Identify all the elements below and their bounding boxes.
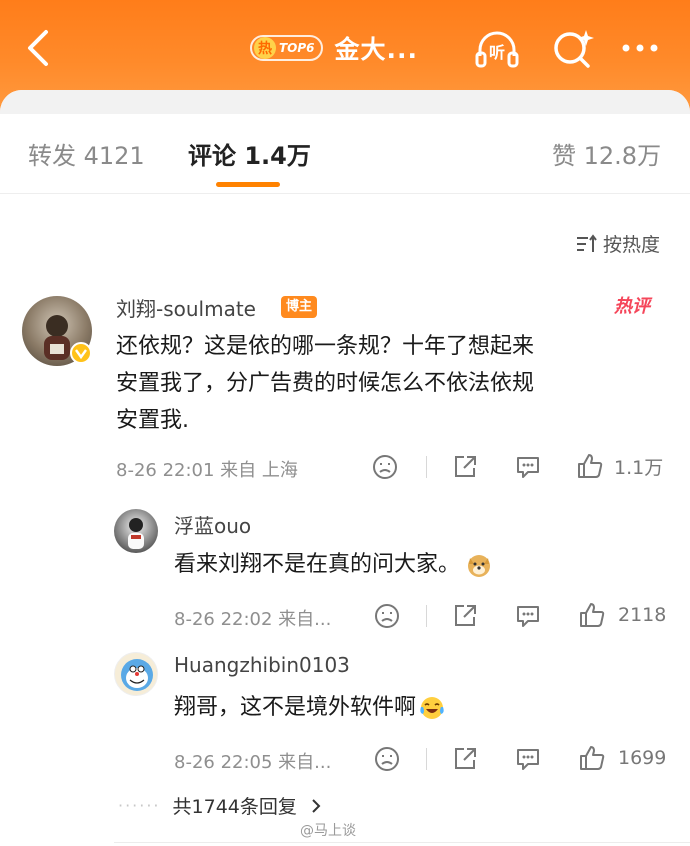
reply-button[interactable] [514,746,542,772]
like-button[interactable]: 1.1万 [576,452,663,480]
more-replies-label: 共1744条回复 [172,796,297,818]
dislike-button[interactable] [374,603,400,629]
comment-icon [517,457,539,478]
search-button[interactable] [548,24,598,74]
bottom-divider [114,842,690,843]
reply-text-content: 看来刘翔不是在真的问大家。 [174,552,461,577]
hot-char: 热 [254,37,276,59]
action-divider [426,748,427,770]
thumb-up-icon [578,454,603,478]
share-icon [455,605,476,626]
reply-text-content: 翔哥，这不是境外软件啊 [174,695,417,720]
comment-icon [517,749,539,770]
listen-icon: 听 [475,31,519,68]
author-badge: 博主 [281,296,318,318]
dislike-button[interactable] [374,746,400,772]
reply-username[interactable]: Huangzhibin0103 [174,653,350,677]
more-icon [622,44,658,52]
active-tab-indicator [216,182,280,187]
dislike-button[interactable] [372,454,398,480]
listen-button[interactable]: 听 [472,24,522,74]
tab-like[interactable]: 赞 12.8万 [552,136,661,171]
avatar-image [121,659,153,691]
hot-comment-label: 热评 [614,296,650,317]
tab-comment[interactable]: 评论 1.4万 [188,136,311,171]
share-button[interactable] [452,603,478,629]
avatar[interactable] [114,509,158,553]
comment-username[interactable]: 刘翔-soulmate [116,293,256,322]
page-title: 金大... [334,35,419,64]
thread-dots: ······ [118,796,161,815]
reply-button[interactable] [514,454,542,480]
back-icon [28,30,48,66]
reply-button[interactable] [514,603,542,629]
hot-top-badge: 热 TOP6 [250,35,323,61]
action-divider [426,456,427,478]
like-count: 1.1万 [614,456,664,479]
reply-meta: 8-26 22:02 来自... [174,609,332,630]
comment-text-line: 还依规？这是依的哪一条规？十年了想起来 [116,334,535,359]
reply-text[interactable]: 翔哥，这不是境外软件啊 [174,689,446,726]
comment-text-line: 安置我. [116,408,189,433]
chevron-right-icon [312,798,321,813]
sort-icon [577,233,597,252]
top-rank-label: TOP6 [279,41,315,55]
like-count: 1699 [618,747,667,769]
reply-meta: 8-26 22:05 来自... [174,752,332,773]
more-replies-link[interactable]: ······ 共1744条回复 [118,792,325,819]
tab-repost[interactable]: 转发 4121 [28,136,145,171]
like-button[interactable]: 1699 [578,744,666,772]
share-icon [455,748,476,769]
emoji-face-icon [373,455,397,479]
emoji-face-icon [375,604,399,628]
emoji-face-icon [375,747,399,771]
thumb-up-icon [580,746,605,770]
avatar-image [128,518,144,549]
reply-username[interactable]: 浮蓝ouo [174,510,251,539]
comment-meta: 8-26 22:01 来自 上海 [116,460,298,481]
share-button[interactable] [452,454,478,480]
sheet-top-strip [0,90,690,114]
header-center[interactable]: 热 TOP6 金大... [250,24,418,72]
laugh-cry-emoji-icon [420,696,444,719]
tab-bar: 转发 4121 评论 1.4万 赞 12.8万 [0,114,690,194]
comment-text-line: 安置我了，分广告费的时候怎么不依法依规 [116,371,535,396]
share-button[interactable] [452,746,478,772]
search-icon [554,30,594,68]
watermark: @马上谈 [300,823,356,839]
sort-label: 按热度 [603,234,661,256]
thumb-up-icon [580,603,605,627]
doge-emoji-icon [468,554,491,577]
reply-text[interactable]: 看来刘翔不是在真的问大家。 [174,546,492,583]
verified-icon [70,342,92,364]
back-button[interactable] [18,24,58,72]
comment-icon [517,606,539,627]
svg-text:听: 听 [489,43,505,62]
like-button[interactable]: 2118 [578,601,666,629]
avatar[interactable] [114,652,158,696]
comment-text[interactable]: 还依规？这是依的哪一条规？十年了想起来 安置我了，分广告费的时候怎么不依法依规 … [116,328,676,439]
sort-button[interactable]: 按热度 [575,230,660,257]
action-divider [426,605,427,627]
like-count: 2118 [618,604,667,626]
more-button[interactable] [616,24,666,74]
share-icon [455,456,476,477]
